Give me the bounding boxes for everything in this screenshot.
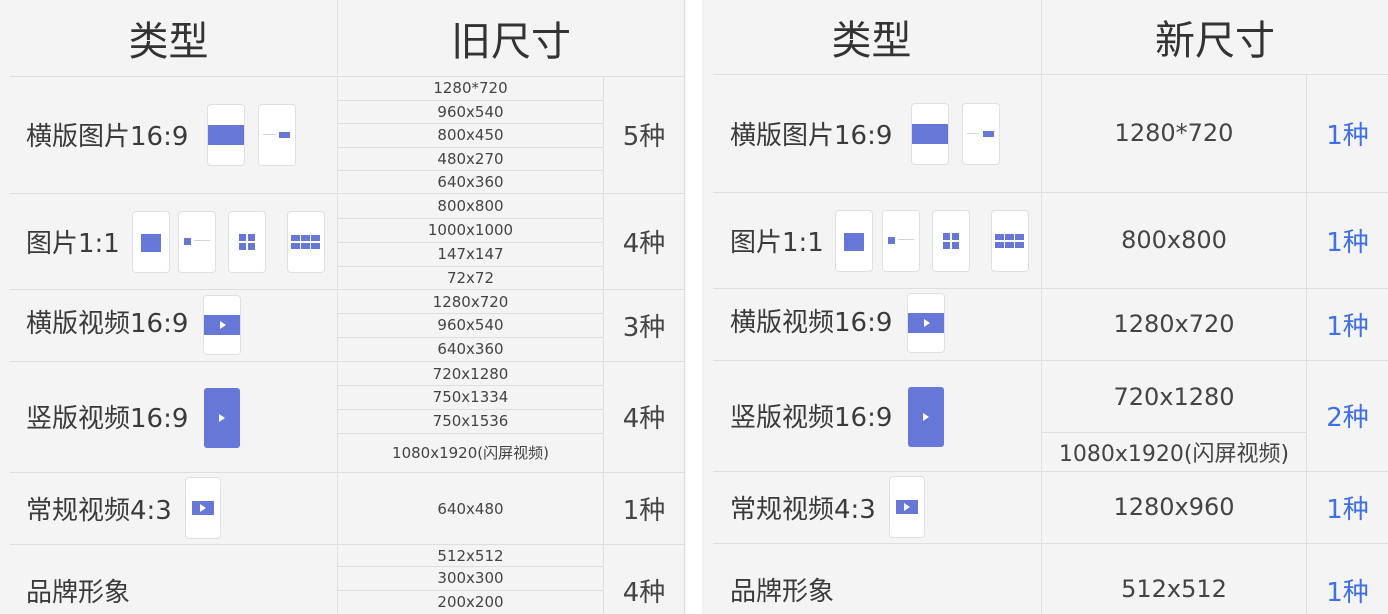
- size-value: 720x1280: [432, 364, 509, 383]
- grid-image-icon: [288, 212, 324, 272]
- count-value: 1种: [1326, 494, 1369, 525]
- size-value: 960x540: [437, 102, 504, 121]
- header-new-size: 新尺寸: [1155, 18, 1275, 64]
- type-label: 常规视频4:3: [730, 494, 876, 525]
- header-old-size: 旧尺寸: [451, 19, 571, 65]
- grid-divider: [713, 543, 1388, 544]
- size-value: 1080x1920(闪屏视频): [392, 444, 549, 462]
- size-value: 750x1334: [432, 388, 509, 406]
- type-label: 图片1:1: [730, 227, 824, 258]
- grid-image-icon: [992, 211, 1028, 271]
- count-value: 1种: [1326, 120, 1369, 151]
- type-label: 横版视频16:9: [26, 308, 189, 339]
- size-value: 1080x1920(闪屏视频): [1058, 442, 1290, 467]
- size-value: 1280x960: [1113, 493, 1235, 521]
- type-label: 品牌形象: [730, 576, 835, 607]
- grid-divider: [684, 0, 685, 614]
- type-label: 横版图片16:9: [730, 120, 893, 151]
- size-value: 1280x720: [1113, 310, 1235, 338]
- square-image-icon: [133, 212, 169, 272]
- type-label: 竖版视频16:9: [26, 404, 189, 434]
- count-value: 2种: [1326, 403, 1369, 433]
- square-image-icon: [883, 211, 919, 271]
- landscape-image-icon: [912, 104, 948, 164]
- grid-image-icon: [933, 211, 969, 271]
- size-value: 480x270: [437, 149, 504, 168]
- size-value: 200x200: [437, 593, 504, 611]
- old-size-table: 类型 旧尺寸 横版图片16:9 1280*720 960x540 800x450…: [0, 0, 686, 614]
- header-type: 类型: [128, 19, 209, 65]
- size-value: 960x540: [437, 316, 504, 334]
- landscape-video-icon: [908, 294, 944, 352]
- count-value: 3种: [622, 312, 666, 343]
- type-label: 横版图片16:9: [26, 122, 189, 152]
- size-value: 800x800: [1121, 226, 1227, 254]
- landscape-image-icon: [963, 104, 999, 164]
- type-label: 竖版视频16:9: [730, 403, 893, 433]
- size-value: 1280*720: [433, 79, 508, 97]
- count-value: 1种: [1326, 227, 1369, 258]
- grid-image-icon: [229, 212, 265, 272]
- size-value: 1280*720: [1114, 119, 1234, 147]
- type-label: 品牌形象: [26, 577, 131, 608]
- landscape-video-icon: [204, 296, 240, 354]
- count-value: 1种: [1326, 577, 1369, 608]
- size-value: 800x800: [437, 197, 504, 215]
- size-value: 1000x1000: [427, 221, 514, 239]
- size-value: 640x480: [437, 499, 504, 518]
- size-value: 512x512: [437, 546, 504, 565]
- square-image-icon: [179, 212, 215, 272]
- size-value: 640x360: [437, 172, 504, 191]
- size-value: 300x300: [437, 569, 504, 587]
- size-value: 147x147: [437, 245, 504, 263]
- header-type: 类型: [831, 18, 912, 64]
- count-value: 1种: [1326, 311, 1369, 342]
- count-value: 1种: [622, 495, 666, 526]
- count-value: 4种: [622, 577, 666, 608]
- size-value: 1280x720: [432, 292, 509, 311]
- landscape-image-icon: [208, 105, 244, 165]
- portrait-video-icon: [204, 388, 240, 448]
- square-image-icon: [836, 211, 872, 271]
- count-value: 5种: [622, 122, 666, 152]
- new-size-table: 类型 新尺寸 横版图片16:9 1280*720 1种 图片1:1 800x80…: [702, 0, 1388, 614]
- size-value: 640x360: [437, 340, 504, 358]
- standard-video-icon: [186, 478, 220, 538]
- size-value: 750x1536: [432, 412, 509, 430]
- type-label: 横版视频16:9: [730, 307, 893, 338]
- type-label: 常规视频4:3: [26, 495, 172, 526]
- size-value: 800x450: [437, 126, 504, 144]
- type-label: 图片1:1: [26, 228, 120, 259]
- count-value: 4种: [622, 228, 666, 259]
- landscape-image-icon: [259, 105, 295, 165]
- size-value: 72x72: [446, 268, 495, 287]
- size-value: 720x1280: [1113, 382, 1235, 411]
- count-value: 4种: [622, 404, 666, 434]
- size-value: 512x512: [1121, 575, 1227, 603]
- portrait-video-icon: [908, 387, 944, 447]
- standard-video-icon: [890, 477, 924, 537]
